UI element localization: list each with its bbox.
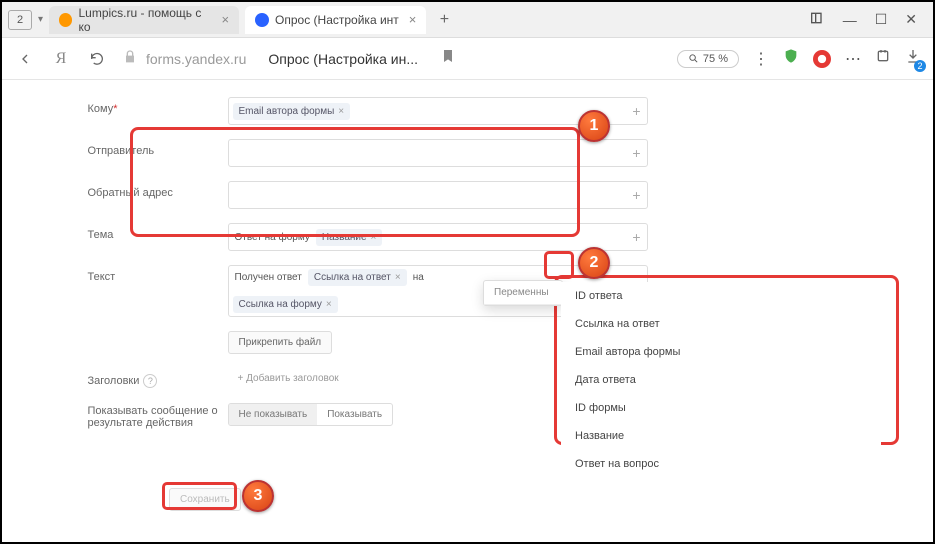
adblock-icon[interactable] [813,50,831,68]
text-mid: на [411,269,426,286]
subject-prefix: Ответ на форму [233,229,312,246]
menu-item[interactable]: Название [561,422,881,450]
menu-icon[interactable]: ⋮ [753,49,769,69]
tab-chevron-icon[interactable]: ▾ [38,14,43,25]
label-text: Текст [88,265,228,283]
favicon-lumpics [59,13,72,27]
toggle-show[interactable]: Показывать [317,404,392,425]
field-from[interactable]: + [228,139,648,167]
chip-remove-icon[interactable]: × [371,232,377,243]
menu-item[interactable]: Email автора формы [561,338,881,366]
variable-dropdown-header: Переменны [483,280,563,306]
tab-counter[interactable]: 2 [8,10,32,30]
tab-label: Опрос (Настройка инт [275,13,399,27]
reload-icon[interactable] [86,48,108,70]
marker-2: 2 [578,247,610,279]
save-button[interactable]: Сохранить [169,488,241,511]
shield-icon[interactable] [783,48,799,69]
field-reply[interactable]: + [228,181,648,209]
chip-form-link[interactable]: Ссылка на форму× [233,296,338,313]
add-header-button[interactable]: + Добавить заголовок [228,368,349,389]
close-icon[interactable]: × [409,12,417,27]
favicon-yandex [255,13,269,27]
row-reply: Обратный адрес + [88,174,848,216]
label-from: Отправитель [88,139,228,157]
url-host: forms.yandex.ru [146,51,246,67]
menu-item[interactable]: Ссылка на ответ [561,310,881,338]
chip-title[interactable]: Название× [316,229,383,246]
maximize-icon[interactable]: ☐ [875,11,888,28]
book-icon[interactable] [809,10,825,29]
field-subject[interactable]: Ответ на форму Название× + [228,223,648,251]
back-icon[interactable] [14,48,36,70]
row-from: Отправитель + [88,132,848,174]
chip-remove-icon[interactable]: × [395,272,401,283]
tab-bar: 2 ▾ Lumpics.ru - помощь с ко × Опрос (На… [2,2,933,38]
label-show-result: Показывать сообщение о результате действ… [88,403,228,429]
text-prefix: Получен ответ [233,269,304,286]
tab-lumpics[interactable]: Lumpics.ru - помощь с ко × [49,6,239,34]
menu-item[interactable]: Дата ответа [561,366,881,394]
chip-email-author[interactable]: Email автора формы× [233,103,351,120]
extensions-icon[interactable] [875,48,891,69]
close-window-icon[interactable]: ✕ [905,11,917,28]
marker-1: 1 [578,110,610,142]
add-variable-icon[interactable]: + [632,145,640,161]
label-subject: Тема [88,223,228,241]
more-icon[interactable]: ⋯ [845,49,861,69]
label-headers: Заголовки [88,375,140,387]
attach-file-button[interactable]: Прикрепить файл [228,331,333,354]
menu-item[interactable]: ID ответа [561,282,881,310]
help-icon[interactable]: ? [143,374,157,388]
minimize-icon[interactable]: — [843,12,857,28]
dropdown-title: Переменны [484,281,562,305]
new-tab-button[interactable]: + [432,8,456,32]
bookmark-icon[interactable] [440,48,456,69]
chip-remove-icon[interactable]: × [338,106,344,117]
menu-item[interactable]: Ответ на вопрос [561,450,881,478]
row-subject: Тема Ответ на форму Название× + [88,216,848,258]
toggle-hide[interactable]: Не показывать [229,404,318,425]
menu-item[interactable]: ID формы [561,394,881,422]
show-result-toggle[interactable]: Не показывать Показывать [228,403,394,426]
marker-3: 3 [242,480,274,512]
downloads-icon[interactable] [905,48,921,69]
label-reply: Обратный адрес [88,181,228,199]
add-variable-icon[interactable]: + [632,103,640,119]
page-title: Опрос (Настройка ин... [268,51,418,67]
yandex-icon[interactable]: Я [50,48,72,70]
zoom-indicator[interactable]: 75 % [677,50,739,68]
tab-opros[interactable]: Опрос (Настройка инт × [245,6,426,34]
lock-icon [122,49,138,68]
close-icon[interactable]: × [221,12,229,27]
chip-remove-icon[interactable]: × [326,299,332,310]
add-variable-icon[interactable]: + [632,187,640,203]
label-to: Кому [88,103,114,115]
url-box[interactable]: forms.yandex.ru [122,49,246,68]
address-bar: Я forms.yandex.ru Опрос (Настройка ин...… [2,38,933,80]
tab-label: Lumpics.ru - помощь с ко [78,6,211,34]
add-variable-icon[interactable]: + [632,229,640,245]
row-to: Кому* Email автора формы× + [88,90,848,132]
chip-answer-link[interactable]: Ссылка на ответ× [308,269,407,286]
required-mark: * [113,103,117,115]
variable-menu: ID ответа Ссылка на ответ Email автора ф… [561,282,881,478]
